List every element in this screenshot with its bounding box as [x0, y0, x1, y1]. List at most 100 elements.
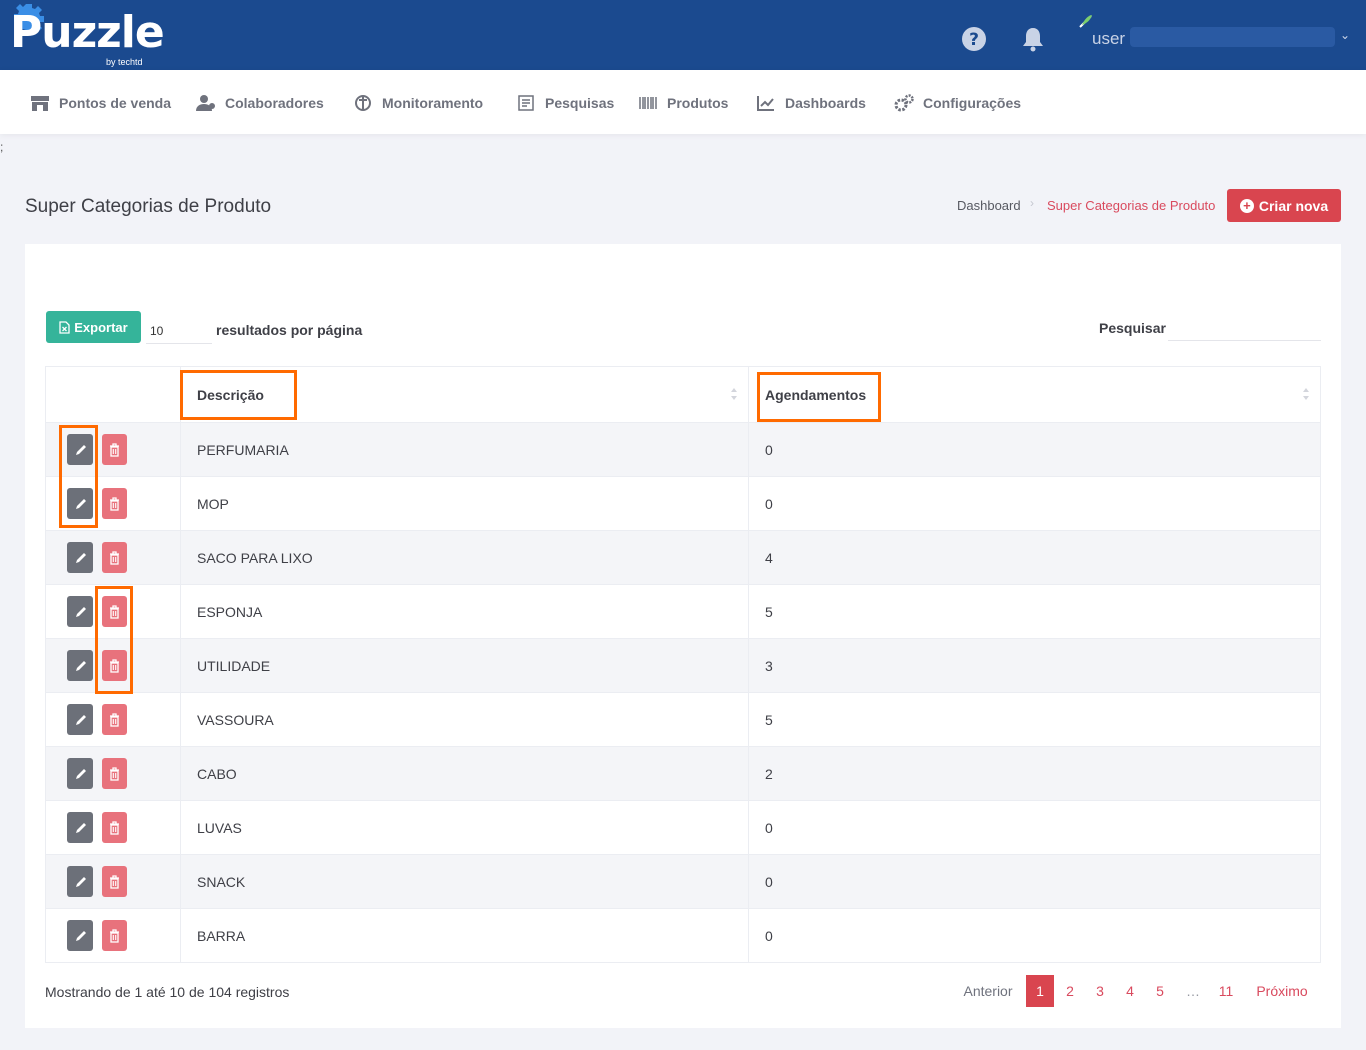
users-icon [196, 95, 215, 111]
cell-agendamentos: 3 [748, 638, 1321, 693]
edit-button[interactable] [67, 704, 93, 735]
cell-descricao: MOP [180, 476, 749, 531]
pagination-page[interactable]: 5 [1146, 975, 1174, 1007]
breadcrumb-separator-icon: › [1030, 196, 1034, 210]
pencil-icon [75, 822, 86, 833]
highlight-box [180, 370, 297, 420]
logo-subtitle: by techtd [106, 57, 143, 67]
cell-descricao: UTILIDADE [180, 638, 749, 693]
page-length-label: resultados por página [216, 322, 363, 338]
pagination-previous[interactable]: Anterior [955, 975, 1021, 1007]
plus-circle-icon: + [1239, 198, 1254, 213]
pagination-page[interactable]: 2 [1056, 975, 1084, 1007]
delete-button[interactable] [102, 812, 127, 843]
pencil-icon [75, 606, 86, 617]
nav-item-pontos-de-venda[interactable]: Pontos de venda [30, 94, 171, 112]
edit-button[interactable] [67, 866, 93, 897]
nav-item-configuracoes[interactable]: Configurações [894, 94, 1021, 112]
sort-icon[interactable] [1302, 387, 1310, 401]
cell-descricao: PERFUMARIA [180, 422, 749, 477]
pagination-page[interactable]: 11 [1212, 975, 1240, 1007]
delete-button[interactable] [102, 488, 127, 519]
trash-icon [110, 496, 119, 511]
nav-label: Colaboradores [225, 95, 324, 111]
delete-button[interactable] [102, 542, 127, 573]
svg-text:?: ? [969, 30, 979, 50]
edit-button[interactable] [67, 758, 93, 789]
delete-button[interactable] [102, 758, 127, 789]
edit-button[interactable] [67, 650, 93, 681]
chevron-down-icon[interactable]: ⌄ [1340, 28, 1350, 42]
breadcrumb-current[interactable]: Super Categorias de Produto [1047, 198, 1215, 213]
data-table: Descrição Agendamentos PERFUMARIA 0 MOP 0 SA… [45, 366, 1321, 963]
create-new-button[interactable]: + Criar nova [1227, 189, 1341, 222]
cell-descricao: ESPONJA [180, 584, 749, 639]
table-row: SACO PARA LIXO 4 [45, 530, 1321, 585]
cell-agendamentos: 0 [748, 854, 1321, 909]
export-button[interactable]: Exportar [46, 311, 141, 343]
edit-button[interactable] [67, 542, 93, 573]
delete-button[interactable] [102, 920, 127, 951]
pagination-next[interactable]: Próximo [1248, 975, 1316, 1007]
cell-agendamentos: 4 [748, 530, 1321, 585]
table-row: ESPONJA 5 [45, 584, 1321, 639]
edit-button[interactable] [67, 920, 93, 951]
help-icon[interactable]: ? [961, 26, 987, 52]
cell-descricao: LUVAS [180, 800, 749, 855]
cell-agendamentos: 0 [748, 476, 1321, 531]
cell-agendamentos: 0 [748, 908, 1321, 963]
edit-button[interactable] [67, 812, 93, 843]
nav-item-pesquisas[interactable]: Pesquisas [516, 94, 614, 112]
nav-item-dashboards[interactable]: Dashboards [756, 94, 866, 112]
table-row: LUVAS 0 [45, 800, 1321, 855]
row-actions [45, 530, 181, 585]
cell-descricao: BARRA [180, 908, 749, 963]
delete-button[interactable] [102, 434, 127, 465]
nav-label: Produtos [667, 95, 729, 111]
row-actions [45, 746, 181, 801]
nav-item-colaboradores[interactable]: Colaboradores [196, 94, 324, 112]
user-name[interactable]: user [1092, 29, 1125, 49]
nav-item-produtos[interactable]: Produtos [638, 94, 728, 112]
create-new-label: Criar nova [1258, 197, 1329, 214]
cell-descricao: SACO PARA LIXO [180, 530, 749, 585]
nav-label: Pontos de venda [59, 95, 172, 111]
pencil-icon [75, 876, 86, 887]
cell-descricao: VASSOURA [180, 692, 749, 747]
pagination-page[interactable]: 1 [1026, 975, 1054, 1007]
search-input[interactable] [1168, 316, 1321, 341]
table-row: SNACK 0 [45, 854, 1321, 909]
nav-label: Pesquisas [545, 95, 615, 111]
cell-descricao: CABO [180, 746, 749, 801]
nav-label: Dashboards [785, 95, 866, 111]
pagination-page[interactable]: 3 [1086, 975, 1114, 1007]
edit-button[interactable] [67, 596, 93, 627]
page-length-select[interactable]: 10 [146, 318, 212, 344]
top-header: Puzzle by techtd ? user ⌄ [0, 0, 1366, 70]
sort-icon[interactable] [730, 387, 738, 401]
table-row: UTILIDADE 3 [45, 638, 1321, 693]
row-actions [45, 854, 181, 909]
stray-text: ; [0, 140, 4, 154]
cell-agendamentos: 5 [748, 692, 1321, 747]
search-label: Pesquisar [1099, 320, 1166, 336]
app-logo[interactable]: Puzzle [10, 8, 165, 58]
table-row: PERFUMARIA 0 [45, 422, 1321, 477]
pencil-icon [75, 714, 86, 725]
cell-agendamentos: 2 [748, 746, 1321, 801]
breadcrumb-dashboard[interactable]: Dashboard [957, 198, 1021, 213]
row-actions [45, 692, 181, 747]
page-title: Super Categorias de Produto [25, 196, 272, 217]
table-row: CABO 2 [45, 746, 1321, 801]
delete-button[interactable] [102, 704, 127, 735]
pagination-page[interactable]: 4 [1116, 975, 1144, 1007]
trash-icon [110, 874, 119, 889]
gears-icon [894, 94, 914, 112]
delete-button[interactable] [102, 866, 127, 897]
bell-icon[interactable] [1020, 26, 1046, 52]
nav-item-monitoramento[interactable]: Monitoramento [353, 94, 483, 112]
trash-icon [110, 928, 119, 943]
pencil-icon [75, 930, 86, 941]
chart-icon [757, 96, 774, 111]
monitor-icon [355, 95, 371, 111]
